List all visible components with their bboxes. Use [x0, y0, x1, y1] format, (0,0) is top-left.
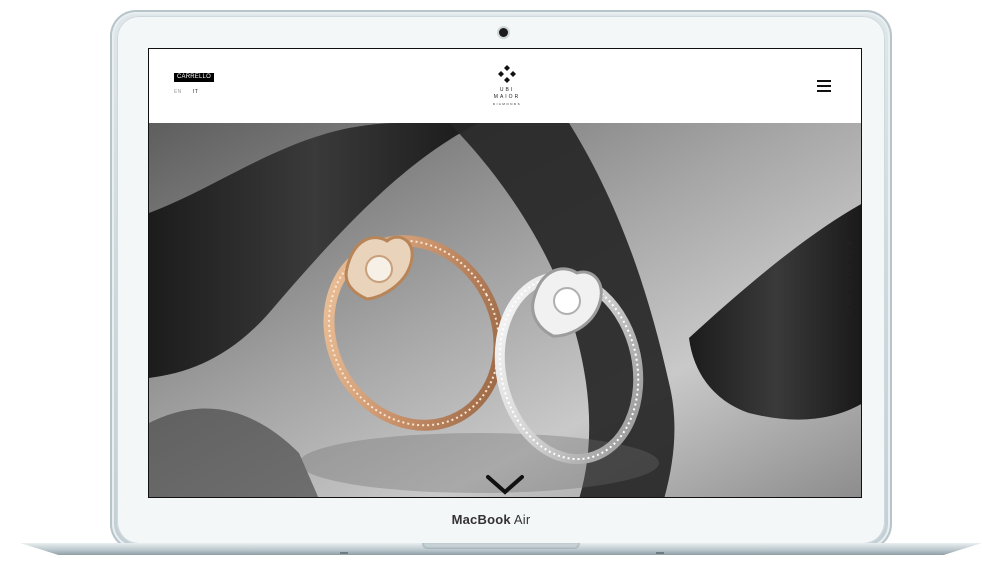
- logo-line-3: DIAMONDS: [492, 102, 522, 106]
- laptop-base-notch: [422, 543, 580, 549]
- slider-dot[interactable]: [847, 241, 851, 245]
- slider-dot[interactable]: [847, 256, 851, 260]
- laptop-foot: [656, 552, 664, 554]
- logo-line-1: UBI: [499, 87, 515, 93]
- chevron-down-icon[interactable]: [486, 474, 524, 496]
- language-it-link[interactable]: IT: [193, 89, 198, 95]
- slider-dot[interactable]: [847, 278, 851, 283]
- language-en-link[interactable]: EN: [174, 89, 182, 95]
- site-header: CARRELLO EN IT UBI MAIOR DIAMONDS: [149, 49, 861, 123]
- diamond-logo-icon: [498, 65, 516, 83]
- slider-dot[interactable]: [847, 301, 851, 305]
- site-logo[interactable]: UBI MAIOR DIAMONDS: [487, 65, 527, 107]
- menu-bar: [817, 85, 831, 87]
- camera-icon: [499, 28, 508, 37]
- menu-bar: [817, 90, 831, 92]
- device-brand-label: MacBook Air: [0, 512, 982, 527]
- logo-line-2: MAIOR: [493, 94, 521, 100]
- slider-dot[interactable]: [847, 286, 851, 290]
- slider-dot[interactable]: [847, 271, 851, 275]
- cart-button[interactable]: CARRELLO: [174, 73, 214, 82]
- brand-bold: MacBook: [451, 512, 511, 527]
- hero-image: [149, 123, 861, 497]
- rings-photo: [149, 123, 861, 497]
- slider-dot[interactable]: [847, 248, 851, 253]
- slider-dot[interactable]: [847, 263, 851, 268]
- slider-dot[interactable]: [847, 293, 851, 298]
- slider-dot[interactable]: [847, 308, 851, 313]
- laptop-foot: [340, 552, 348, 554]
- slider-pagination: [847, 241, 855, 316]
- menu-bar: [817, 80, 831, 82]
- hamburger-menu-icon[interactable]: [817, 79, 833, 93]
- brand-light: Air: [513, 512, 531, 527]
- screen: CARRELLO EN IT UBI MAIOR DIAMONDS: [148, 48, 862, 498]
